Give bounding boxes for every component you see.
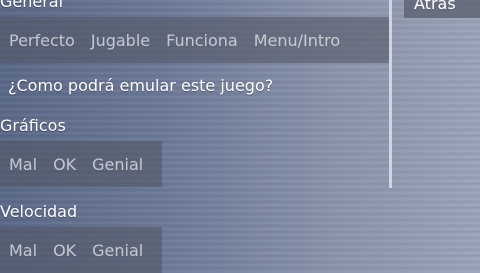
speed-choice-bar: Mal OK Genial [0, 227, 162, 273]
choice-funciona[interactable]: Funciona [158, 31, 246, 50]
speed-choice-mal[interactable]: Mal [0, 241, 45, 260]
emulation-question: ¿Como podrá emular este juego? [8, 76, 274, 95]
scrollbar[interactable] [389, 0, 392, 188]
settings-scroll-panel[interactable]: General Perfecto Jugable Funciona Menu/I… [0, 0, 392, 273]
speed-choice-genial[interactable]: Genial [84, 241, 151, 260]
back-button-label: Atrás [414, 0, 456, 13]
graphics-choice-genial[interactable]: Genial [84, 155, 151, 174]
speed-heading: Velocidad [0, 202, 78, 221]
general-choice-bar: Perfecto Jugable Funciona Menu/Intro [0, 17, 389, 63]
back-button[interactable]: Atrás [404, 0, 480, 18]
choice-perfecto[interactable]: Perfecto [0, 31, 83, 50]
general-heading: General [0, 0, 64, 11]
graphics-heading: Gráficos [0, 116, 66, 135]
graphics-choice-ok[interactable]: OK [45, 155, 84, 174]
choice-menu-intro[interactable]: Menu/Intro [246, 31, 348, 50]
choice-jugable[interactable]: Jugable [83, 31, 158, 50]
graphics-choice-bar: Mal OK Genial [0, 141, 162, 187]
graphics-choice-mal[interactable]: Mal [0, 155, 45, 174]
speed-choice-ok[interactable]: OK [45, 241, 84, 260]
